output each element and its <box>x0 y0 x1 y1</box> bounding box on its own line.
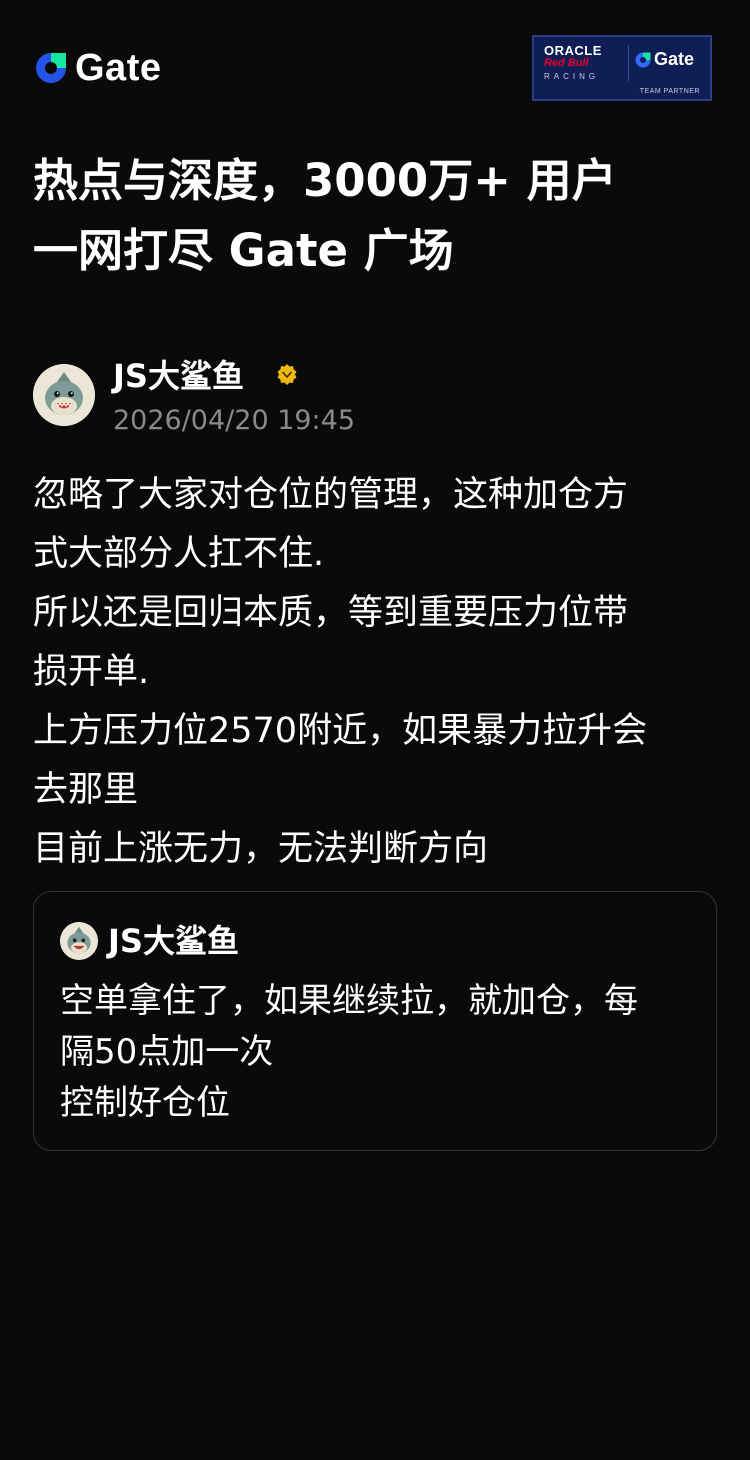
headline-line-2: 一网打尽 Gate 广场 <box>33 224 454 277</box>
headline-line-1: 热点与深度，3000万+ 用户 <box>33 154 617 207</box>
author-name[interactable]: JS大鲨鱼 <box>113 356 244 396</box>
post-body-line: 上方压力位2570附近，如果暴力拉升会 <box>33 711 648 751</box>
post-body-line: 所以还是回归本质，等到重要压力位带 <box>33 593 629 633</box>
partner-line-racing: RACING <box>544 72 600 81</box>
post-body-line: 目前上涨无力，无法判断方向 <box>33 829 489 869</box>
post-body-line: 忽略了大家对仓位的管理，这种加仓方 <box>33 475 629 515</box>
logo-wordmark: Gate <box>75 47 162 89</box>
post-body: 忽略了大家对仓位的管理，这种加仓方 式大部分人扛不住. 所以还是回归本质，等到重… <box>33 466 723 879</box>
partner-gate-logo: Gate <box>634 49 694 70</box>
verified-badge-icon <box>277 364 297 385</box>
avatar[interactable] <box>33 364 95 426</box>
shark-avatar-icon <box>33 364 95 426</box>
partner-badge[interactable]: ORACLE Red Bull RACING Gate TEAM PARTNER <box>532 35 712 101</box>
partner-line-redbull: Red Bull <box>544 57 589 69</box>
quoted-post-card[interactable]: JS大鲨鱼 空单拿住了，如果继续拉，就加仓，每 隔50点加一次 控制好仓位 <box>33 891 717 1151</box>
quoted-avatar <box>60 922 98 960</box>
gate-logo-small-icon <box>635 52 651 67</box>
post-author: JS大鲨鱼 2026/04/20 19:45 <box>33 357 723 442</box>
post-body-line: 去那里 <box>33 770 139 810</box>
page-headline: 热点与深度，3000万+ 用户 一网打尽 Gate 广场 <box>33 146 723 286</box>
quoted-body-line: 控制好仓位 <box>60 1083 230 1123</box>
partner-tag: TEAM PARTNER <box>639 88 700 95</box>
quoted-post-body: 空单拿住了，如果继续拉，就加仓，每 隔50点加一次 控制好仓位 <box>60 976 700 1129</box>
post-timestamp: 2026/04/20 19:45 <box>113 405 356 436</box>
gate-logo[interactable]: Gate <box>33 46 161 90</box>
partner-line-oracle: ORACLE <box>544 43 602 58</box>
app-header: Gate ORACLE Red Bull RACING Gate TEAM PA… <box>0 0 750 110</box>
quoted-body-line: 空单拿住了，如果继续拉，就加仓，每 <box>60 981 638 1021</box>
shark-avatar-small-icon <box>60 922 98 960</box>
post-body-line: 式大部分人扛不住. <box>33 534 325 574</box>
partner-gate-text: Gate <box>654 49 695 69</box>
quoted-author-name: JS大鲨鱼 <box>108 922 239 960</box>
post-body-line: 损开单. <box>33 652 150 692</box>
quoted-body-line: 隔50点加一次 <box>60 1032 274 1072</box>
partner-divider <box>628 45 629 81</box>
gate-logo-icon <box>36 53 66 83</box>
